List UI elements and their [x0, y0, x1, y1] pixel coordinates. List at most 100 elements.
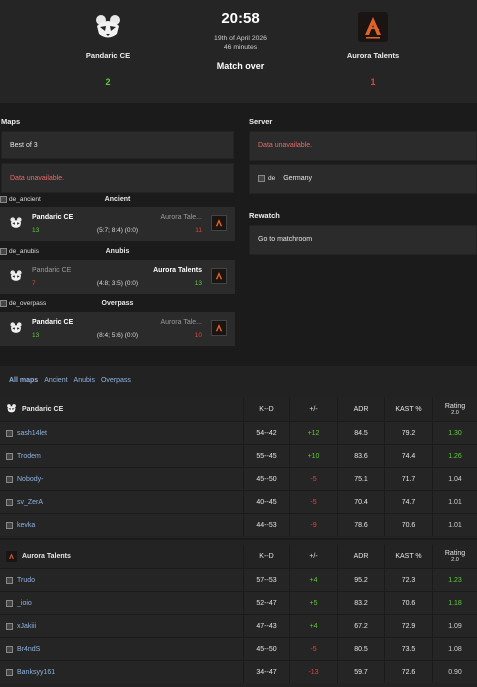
team2-name[interactable]: Aurora Talents [303, 51, 443, 60]
rewatch-section-label: Rewatch [249, 211, 280, 220]
player-kd: 57--53 [243, 569, 289, 591]
col-rating-label: Rating [444, 549, 466, 557]
map-card-ancient[interactable]: Pandaric CE 13 (5:7; 8:4) (0:0) Aurora T… [0, 207, 235, 241]
player-name[interactable]: sash14let [17, 430, 47, 437]
player-row: Br4ndS 45--50 -5 80.5 73.5 1.08 [0, 637, 477, 660]
team1-table-header: Pandaric CE K--D +/- ADR KAST % Rating 2… [0, 398, 477, 421]
player-diff: -5 [289, 468, 337, 490]
player-kd: 34--47 [243, 661, 289, 683]
player-name[interactable]: Trodem [17, 453, 41, 460]
col-rating: Rating 2.0 [432, 545, 477, 568]
col-rating-version: 2.0 [451, 410, 459, 417]
panda-logo-icon [6, 403, 17, 416]
map-title-anubis: de_anubis Anubis [0, 248, 235, 258]
match-info: 20:58 19th of April 2026 46 minutes Matc… [178, 10, 303, 71]
player-kast: 74.4 [384, 445, 432, 467]
server-section-label: Server [249, 117, 273, 126]
player-name[interactable]: Trudo [17, 577, 35, 584]
server-location-panel: de Germany [249, 164, 477, 194]
player-adr: 78.6 [337, 514, 384, 536]
player-rating: 1.01 [432, 514, 477, 536]
player-rating: 1.08 [432, 638, 477, 660]
rewatch-panel[interactable]: Go to matchroom [249, 225, 477, 255]
player-flag-icon [6, 622, 13, 630]
match-time: 20:58 [221, 10, 260, 27]
team2-table-name[interactable]: Aurora Talents [22, 553, 71, 560]
player-rating: 1.01 [432, 491, 477, 513]
tab-overpass[interactable]: Overpass [101, 377, 131, 384]
match-header: Pandaric CE 2 20:58 19th of April 2026 4… [0, 0, 477, 103]
team1-table-name[interactable]: Pandaric CE [22, 406, 63, 413]
matchroom-link[interactable]: Go to matchroom [258, 236, 312, 243]
map-team1-name: Pandaric CE [32, 319, 74, 326]
player-adr: 70.4 [337, 491, 384, 513]
aurora-logo-icon [211, 268, 227, 284]
aurora-logo-icon [211, 215, 227, 231]
col-rating: Rating 2.0 [432, 398, 477, 421]
player-row: Nobody- 45--50 -5 75.1 71.7 1.04 [0, 467, 477, 490]
player-adr: 80.5 [337, 638, 384, 660]
map-name: Anubis [105, 248, 130, 255]
player-adr: 84.5 [337, 422, 384, 444]
player-kast: 72.9 [384, 615, 432, 637]
player-flag-icon [6, 452, 13, 460]
player-name[interactable]: _ioio [17, 600, 32, 607]
veto-status: Data unavailable. [10, 175, 65, 182]
player-kd: 55--45 [243, 445, 289, 467]
tab-all-maps[interactable]: All maps [9, 377, 38, 384]
player-kd: 52--47 [243, 592, 289, 614]
player-row: kevka 44--53 -9 78.6 70.6 1.01 [0, 513, 477, 536]
player-diff: +10 [289, 445, 337, 467]
map-team1-name: Pandaric CE [32, 267, 72, 274]
col-rating-label: Rating [444, 402, 466, 410]
player-rating: 1.30 [432, 422, 477, 444]
player-diff: -5 [289, 638, 337, 660]
team1-name[interactable]: Pandaric CE [38, 51, 178, 60]
player-diff: -5 [289, 491, 337, 513]
player-diff: +4 [289, 615, 337, 637]
player-flag-icon [6, 668, 13, 676]
player-diff: -13 [289, 661, 337, 683]
team2-score: 1 [370, 77, 376, 87]
player-adr: 59.7 [337, 661, 384, 683]
player-rating: 0.90 [432, 661, 477, 683]
player-name[interactable]: Banksyy161 [17, 669, 55, 676]
player-diff: +5 [289, 592, 337, 614]
format-panel: Best of 3 [1, 131, 234, 159]
player-kd: 47--43 [243, 615, 289, 637]
aurora-logo-icon [6, 551, 17, 562]
map-team2-name: Aurora Tale... [160, 319, 202, 326]
map-card-overpass[interactable]: Pandaric CE 13 (8:4; 5:6) (0:0) Aurora T… [0, 312, 235, 346]
table-divider [0, 538, 477, 540]
player-name[interactable]: Nobody- [17, 476, 43, 483]
player-kd: 40--45 [243, 491, 289, 513]
player-kast: 71.7 [384, 468, 432, 490]
player-adr: 95.2 [337, 569, 384, 591]
player-rating: 1.18 [432, 592, 477, 614]
map-team2-name: Aurora Tale... [160, 214, 202, 221]
server-status-panel: Data unavailable. [249, 131, 477, 161]
player-kast: 73.5 [384, 638, 432, 660]
map-card-anubis[interactable]: Pandaric CE 7 (4:8; 3:5) (0:0) Aurora Ta… [0, 260, 235, 294]
match-date: 19th of April 2026 [214, 35, 267, 42]
player-flag-icon [6, 429, 13, 437]
player-name[interactable]: Br4ndS [17, 646, 40, 653]
player-name[interactable]: sv_ZerA [17, 499, 43, 506]
player-kast: 72.6 [384, 661, 432, 683]
player-flag-icon [6, 645, 13, 653]
veto-panel: Data unavailable. [1, 163, 234, 193]
server-location: Germany [283, 175, 313, 182]
player-flag-icon [6, 498, 13, 506]
tab-anubis[interactable]: Anubis [74, 377, 95, 384]
server-status: Data unavailable. [258, 142, 313, 149]
tab-ancient[interactable]: Ancient [44, 377, 67, 384]
player-diff: +12 [289, 422, 337, 444]
map-team2-name: Aurora Talents [153, 267, 202, 274]
player-row: Trudo 57--53 +4 95.2 72.3 1.23 [0, 568, 477, 591]
player-name[interactable]: kevka [17, 522, 35, 529]
col-diff: +/- [289, 545, 337, 568]
player-name[interactable]: xJakiii [17, 623, 36, 630]
col-kd: K--D [243, 398, 289, 421]
player-kast: 72.3 [384, 569, 432, 591]
player-row: Banksyy161 34--47 -13 59.7 72.6 0.90 [0, 660, 477, 683]
